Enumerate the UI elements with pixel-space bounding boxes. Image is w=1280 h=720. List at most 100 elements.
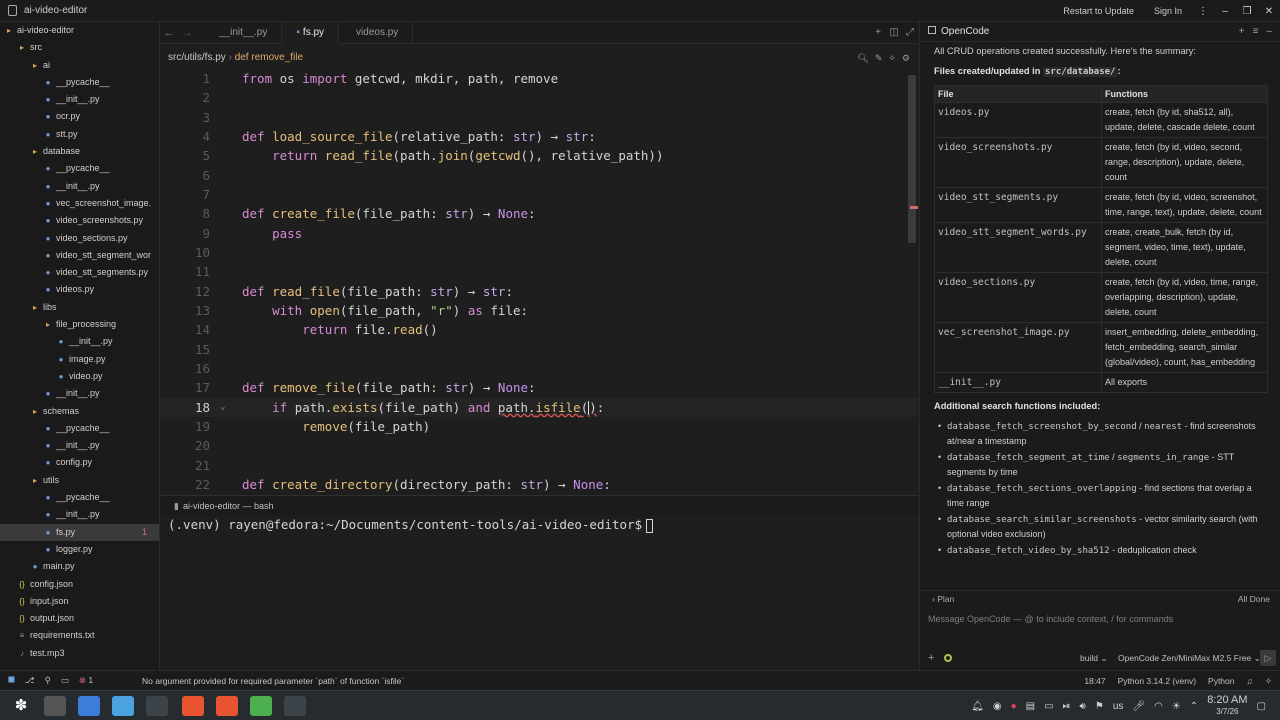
code-line[interactable]: 12 def read_file(file_path: str) → str: — [160, 282, 918, 301]
close-icon[interactable]: ✕ — [1258, 6, 1280, 17]
send-icon[interactable]: ▷ — [1260, 650, 1276, 666]
keyboard-layout[interactable]: us — [1113, 701, 1124, 712]
chevron-up-icon[interactable]: ⌃ — [1190, 701, 1198, 712]
tree-file[interactable]: ● __init__.py — [0, 178, 159, 195]
tree-file[interactable]: ● fs.py 1 — [0, 523, 159, 541]
line-number[interactable]: 11 — [160, 262, 210, 281]
code-line[interactable]: 18 ⌄ if path.exists(file_path) and path.i… — [160, 397, 918, 417]
terminal-prompt[interactable]: (.venv) rayen@fedora:~/Documents/content… — [168, 517, 654, 533]
git-icon[interactable]: ⎇ — [25, 675, 35, 686]
record-icon[interactable]: ● — [1011, 701, 1017, 712]
context-status-icon[interactable] — [944, 654, 952, 662]
tree-folder[interactable]: ▸ file_processing — [0, 316, 159, 333]
clipboard-icon[interactable]: ▤ — [1026, 701, 1035, 712]
line-number[interactable]: 5 — [160, 146, 210, 165]
tree-file[interactable]: ≡ requirements.txt — [0, 627, 159, 644]
tree-folder[interactable]: ▸ utils — [0, 472, 159, 489]
line-number[interactable]: 6 — [160, 166, 210, 185]
tree-file[interactable]: ● vec_screenshot_image. — [0, 195, 159, 212]
tree-folder[interactable]: ▸ schemas — [0, 403, 159, 420]
app-launcher-icon[interactable]: ✽ — [10, 696, 32, 716]
tree-file[interactable]: ● __pycache__ — [0, 74, 159, 91]
search-icon[interactable]: 🔍︎ — [857, 48, 868, 68]
line-number[interactable]: 18 — [160, 398, 210, 417]
sign-in-button[interactable]: Sign In — [1144, 6, 1192, 16]
code-line[interactable]: 19 remove(file_path) — [160, 417, 918, 436]
code-line[interactable]: 11 — [160, 262, 918, 281]
code-line[interactable]: 7 — [160, 185, 918, 204]
tab-init-py[interactable]: __init__.py — [202, 21, 283, 44]
line-number[interactable]: 9 — [160, 224, 210, 243]
code-line[interactable]: 16 — [160, 359, 918, 378]
tree-file[interactable]: ● __init__.py — [0, 506, 159, 523]
desktop-icon[interactable] — [44, 696, 66, 716]
tree-file[interactable]: ● __pycache__ — [0, 489, 159, 506]
assistant-icon[interactable]: ✧ — [888, 48, 896, 68]
line-number[interactable]: 21 — [160, 456, 210, 475]
minimize-icon[interactable]: – — [1214, 6, 1236, 17]
language-mode[interactable]: Python — [1208, 676, 1234, 687]
tree-file[interactable]: ● ocr.py — [0, 108, 159, 125]
microphone-icon[interactable]: 🎤︎ — [1132, 701, 1145, 712]
brave-browser-alt-icon[interactable] — [216, 696, 238, 716]
line-number[interactable]: 13 — [160, 301, 210, 320]
code-line[interactable]: 15 — [160, 340, 918, 359]
tab-videos-py[interactable]: videos.py — [339, 21, 414, 44]
maximize-icon[interactable]: ❐ — [1236, 6, 1258, 17]
wifi-icon[interactable]: ◠ — [1154, 701, 1163, 712]
battery-icon[interactable]: ▭ — [1044, 701, 1053, 712]
code-line[interactable]: 10 — [160, 243, 918, 262]
diagnostics-indicator[interactable]: ⊗ 1 — [79, 675, 93, 686]
tree-file[interactable]: ● __init__.py — [0, 333, 159, 350]
line-number[interactable]: 12 — [160, 282, 210, 301]
brightness-icon[interactable]: ☀ — [1172, 701, 1181, 712]
tree-file[interactable]: ● main.py — [0, 558, 159, 575]
tree-file[interactable]: ♪ test.mp3 — [0, 645, 159, 662]
code-line[interactable]: 6 — [160, 166, 918, 185]
code-line[interactable]: 1 from os import getcwd, mkdir, path, rem… — [160, 69, 918, 88]
tree-file[interactable]: {} input.json — [0, 593, 159, 610]
new-thread-icon[interactable]: + — [1239, 22, 1245, 42]
code-line[interactable]: 14 return file.read() — [160, 320, 918, 339]
tree-folder[interactable]: ▸ src — [0, 39, 159, 56]
code-line[interactable]: 22 def create_directory(directory_path: s… — [160, 475, 918, 494]
code-line[interactable]: 21 — [160, 456, 918, 475]
plan-row[interactable]: › Plan All Done — [920, 590, 1280, 606]
tree-file[interactable]: ● videos.py — [0, 281, 159, 298]
breadcrumb-symbol[interactable]: def remove_file — [235, 52, 303, 63]
file-manager-icon[interactable] — [112, 696, 134, 716]
menu-icon[interactable]: ⋮ — [1192, 6, 1214, 17]
fold-chevron-icon[interactable]: ⌄ — [220, 398, 225, 417]
back-arrow-icon[interactable]: ← — [160, 27, 178, 39]
cursor-position[interactable]: 18:47 — [1084, 676, 1105, 687]
line-number[interactable]: 10 — [160, 243, 210, 262]
panel-minimize-icon[interactable]: – — [1266, 22, 1272, 42]
line-number[interactable]: 17 — [160, 378, 210, 397]
tree-file[interactable]: {} output.json — [0, 610, 159, 627]
mode-selector[interactable]: build ⌄ — [1080, 653, 1107, 664]
line-number[interactable]: 14 — [160, 320, 210, 339]
assistant-status-icon[interactable]: ✧ — [1265, 676, 1272, 687]
restart-to-update-button[interactable]: Restart to Update — [1053, 6, 1144, 16]
media-icon[interactable]: ⏯ — [1063, 701, 1071, 712]
vpn-icon[interactable]: ⚑ — [1095, 701, 1104, 712]
tree-file[interactable]: ● image.py — [0, 351, 159, 368]
code-line[interactable]: 3 — [160, 108, 918, 127]
code-actions-icon[interactable]: ✎ — [875, 48, 883, 68]
tree-file[interactable]: ● video.py — [0, 368, 159, 385]
tree-folder[interactable]: ▸ libs — [0, 299, 159, 316]
tree-file[interactable]: ● __pycache__ — [0, 160, 159, 177]
volume-icon[interactable]: 🔊︎ — [1080, 701, 1086, 712]
obs-tray-icon[interactable]: ◉ — [993, 701, 1002, 712]
python-interpreter[interactable]: Python 3.14.2 (venv) — [1118, 676, 1196, 687]
line-number[interactable]: 15 — [160, 340, 210, 359]
forward-arrow-icon[interactable]: → — [178, 27, 196, 39]
code-line[interactable]: 8 def create_file(file_path: str) → None: — [160, 204, 918, 223]
terminal-panel[interactable]: ▮ ai-video-editor — bash (.venv) rayen@fe… — [160, 495, 918, 670]
add-context-icon[interactable]: + — [928, 652, 934, 664]
zoom-pane-icon[interactable]: ⤢ — [902, 27, 918, 38]
terminal-toggle-icon[interactable]: ▭ — [61, 675, 69, 686]
line-number[interactable]: 22 — [160, 475, 210, 494]
tree-file[interactable]: ● __init__.py — [0, 91, 159, 108]
notification-icon[interactable]: ♫ — [1247, 676, 1253, 687]
